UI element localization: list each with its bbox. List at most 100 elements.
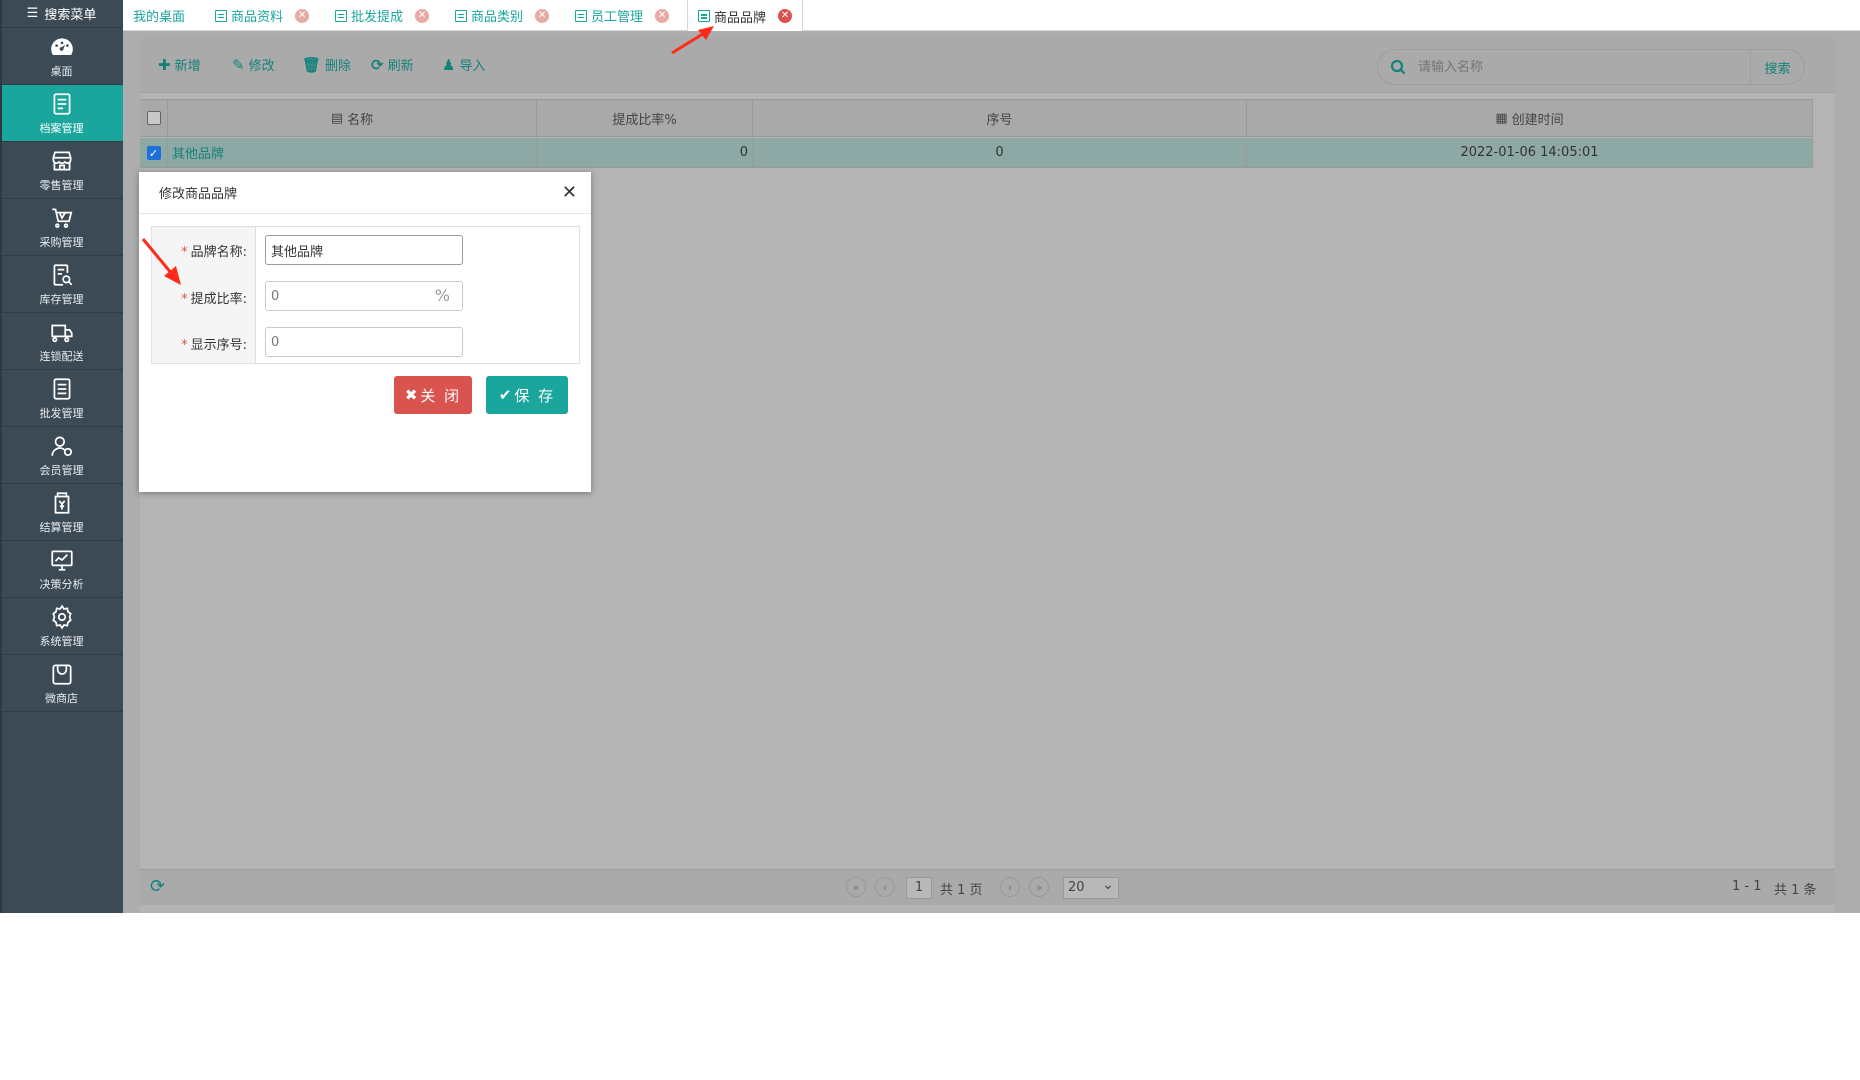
search-input[interactable] [1418,56,1748,78]
sidebar-item-label: 采购管理 [39,235,84,249]
sidebar-item-archive[interactable]: 档案管理 [0,85,123,142]
display-order-label: * 显示序号: [181,334,247,353]
brand-form: * 品牌名称: * 提成比率: * 显示序号: 其他品牌 0 % 0 [151,226,580,364]
page-size-select[interactable]: 20 [1063,875,1119,899]
analysis-icon [50,549,73,571]
app-window: ☰ 搜索菜单 桌面 档案管理 零售管理 采购管理 库存管理 连锁配送 批发管理 … [0,0,1860,913]
sidebar-item-label: 微商店 [45,691,78,705]
page-input[interactable]: 1 [906,877,932,899]
sidebar-item-label: 决策分析 [39,577,84,591]
last-page-button[interactable]: » [1029,877,1049,897]
commission-rate-field[interactable]: 0 % [265,281,463,311]
trash-icon: 🗑 [302,55,322,74]
tab-product-info[interactable]: 商品资料 ✕ [205,0,319,31]
close-icon[interactable]: ✕ [295,8,310,23]
column-header-name[interactable]: ▤ 名称 [168,100,537,136]
sidebar-item-system[interactable]: 系统管理 [0,598,123,655]
dialog-header: 修改商品品牌 ✕ [139,172,591,214]
select-all-checkbox[interactable] [146,111,161,125]
next-page-button[interactable]: › [1000,877,1020,897]
close-icon[interactable]: ✕ [415,8,430,23]
menu-search-button[interactable]: ☰ 搜索菜单 [0,0,123,28]
sidebar-item-retail[interactable]: 零售管理 [0,142,123,199]
tab-label: 商品资料 [231,10,284,25]
column-header-created[interactable]: ▦ 创建时间 [1247,100,1813,136]
sidebar-item-label: 零售管理 [39,178,84,192]
document-icon [335,9,347,22]
cart-icon [51,207,72,228]
edit-label: 修改 [248,59,275,74]
close-icon[interactable]: ✕ [655,8,670,23]
label-text: 显示序号: [190,338,247,353]
close-icon[interactable]: ✕ [562,184,577,202]
wholesale-icon [53,377,70,400]
delete-button[interactable]: 🗑 删除 [302,55,352,75]
tab-wholesale-commission[interactable]: 批发提成 ✕ [325,0,439,31]
edit-button[interactable]: ✎ 修改 [232,55,275,75]
refresh-label: 刷新 [387,59,414,74]
tab-product-category[interactable]: 商品类别 ✕ [445,0,559,31]
first-page-button[interactable]: « [846,877,866,897]
import-button[interactable]: ♟ 导入 [442,55,485,75]
cell-name: 其他品牌 [168,138,537,167]
record-total: 共 1 条 [1774,883,1817,898]
sidebar-item-wholesale[interactable]: 批发管理 [0,370,123,427]
sidebar-item-label: 系统管理 [39,634,84,648]
prev-page-button[interactable]: ‹ [875,877,895,897]
tab-label: 我的桌面 [133,10,186,25]
required-mark: * [181,292,188,307]
tab-product-brand[interactable]: 商品品牌 ✕ [687,0,804,32]
settlement-icon [54,491,69,514]
sidebar-item-settlement[interactable]: 结算管理 [0,484,123,541]
search-button[interactable]: 搜索 [1750,50,1804,84]
tab-my-desktop[interactable]: 我的桌面 [123,0,195,31]
column-header-order[interactable]: 序号 [753,100,1247,136]
plus-icon: ✚ [158,55,171,74]
sidebar-item-desktop[interactable]: 桌面 [0,28,123,85]
document-icon [215,9,227,22]
sidebar-item-purchase[interactable]: 采购管理 [0,199,123,256]
display-order-field[interactable]: 0 [265,327,463,357]
delivery-icon [50,324,73,342]
add-button[interactable]: ✚ 新增 [158,55,201,75]
refresh-button[interactable]: ⟳ 刷新 [371,55,414,75]
member-icon [50,435,72,456]
page-number: 1 [906,877,932,899]
sidebar-item-inventory[interactable]: 库存管理 [0,256,123,313]
save-button[interactable]: ✔ 保 存 [486,376,568,414]
close-icon[interactable]: ✕ [778,9,793,23]
document-icon [698,10,710,22]
sidebar-item-microshop[interactable]: 微商店 [0,655,123,712]
sidebar-item-delivery[interactable]: 连锁配送 [0,313,123,370]
dashboard-icon [50,37,73,55]
grid-header: ▤ 名称 提成比率% 序号 ▦ 创建时间 [140,99,1813,137]
shop-bag-icon [51,663,72,685]
delete-label: 删除 [325,59,352,74]
sidebar-item-analysis[interactable]: 决策分析 [0,541,123,598]
cell-created: 2022-01-06 14:05:01 [1247,138,1813,167]
sidebar-item-member[interactable]: 会员管理 [0,427,123,484]
pager-refresh-icon[interactable]: ⟳ [150,876,165,897]
close-button[interactable]: ✖ 关 闭 [394,376,472,414]
table-row[interactable]: ✓ 其他品牌 0 0 2022-01-06 14:05:01 [140,138,1813,168]
check-icon: ✔ [498,386,512,404]
tab-staff-management[interactable]: 员工管理 ✕ [565,0,679,31]
sidebar-item-label: 连锁配送 [39,349,84,363]
calendar-icon: ▦ [1495,110,1508,126]
column-header-label: 创建时间 [1511,112,1564,128]
sidebar-item-label: 库存管理 [39,292,84,306]
gear-icon [51,604,72,629]
percent-unit: % [434,286,450,305]
x-icon: ✖ [404,386,418,404]
column-header-label: 提成比率% [612,112,677,128]
brand-name-field[interactable]: 其他品牌 [265,235,463,265]
sidebar-item-label: 批发管理 [39,406,84,420]
tab-label: 商品类别 [471,10,524,25]
row-checkbox[interactable]: ✓ [146,145,161,160]
search-icon [1390,59,1406,75]
column-header-rate[interactable]: 提成比率% [537,100,753,136]
close-icon[interactable]: ✕ [535,8,550,23]
add-label: 新增 [174,59,201,74]
required-mark: * [181,245,188,260]
double-chevron-left-icon: « [846,877,866,897]
